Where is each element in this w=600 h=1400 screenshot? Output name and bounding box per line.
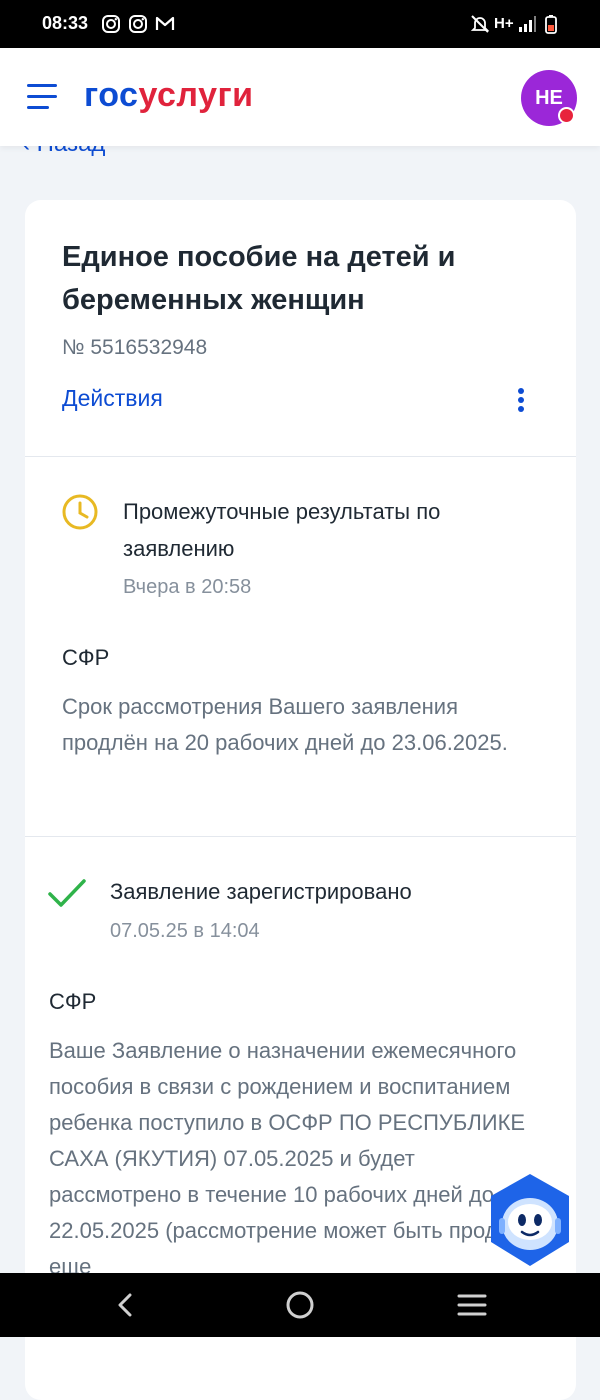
event-description: Срок рассмотрения Вашего заявления продл…: [62, 694, 508, 755]
status-time: 08:33: [42, 13, 89, 33]
instagram-icon: [102, 15, 120, 33]
home-nav-icon[interactable]: [284, 1289, 316, 1321]
event-status: Заявление зарегистрировано: [110, 879, 412, 904]
notification-dot: [558, 107, 575, 124]
event-date: Вчера в 20:58: [123, 576, 252, 598]
actions-link[interactable]: Действия: [62, 385, 163, 412]
network-type-label: H+: [494, 15, 514, 32]
event-description: Ваше Заявление о назначении ежемесячного…: [49, 1038, 548, 1279]
avatar[interactable]: НЕ: [521, 70, 577, 126]
check-icon: [48, 879, 86, 907]
mute-icon: [470, 15, 490, 33]
divider: [25, 456, 576, 457]
assistant-bot-button[interactable]: [485, 1172, 575, 1268]
signal-icon: [519, 16, 536, 32]
menu-icon[interactable]: [27, 84, 57, 110]
system-nav-bar: [0, 1273, 600, 1337]
avatar-initials: НЕ: [535, 86, 563, 109]
status-bar: 08:33 H+: [0, 0, 600, 48]
event-date: 07.05.25 в 14:04: [110, 920, 260, 942]
event-status: Промежуточные результаты по заявлению: [123, 499, 441, 561]
page-title: Единое пособие на детей и беременных жен…: [62, 241, 456, 316]
gmail-icon: [155, 16, 175, 30]
app-header: госуслуги НЕ: [0, 48, 600, 146]
robot-assistant-icon: [491, 1174, 569, 1266]
more-vertical-icon[interactable]: [514, 386, 528, 414]
instagram-icon: [129, 15, 147, 33]
clock-icon: [62, 494, 98, 530]
battery-icon: [545, 15, 557, 34]
application-number: № 5516532948: [62, 336, 208, 359]
divider: [25, 836, 576, 837]
back-nav-icon[interactable]: [110, 1289, 142, 1321]
event-org: СФР: [62, 645, 110, 670]
event-org: СФР: [49, 989, 97, 1014]
recents-nav-icon[interactable]: [456, 1289, 488, 1321]
gosuslugi-logo[interactable]: госуслуги: [84, 76, 254, 115]
